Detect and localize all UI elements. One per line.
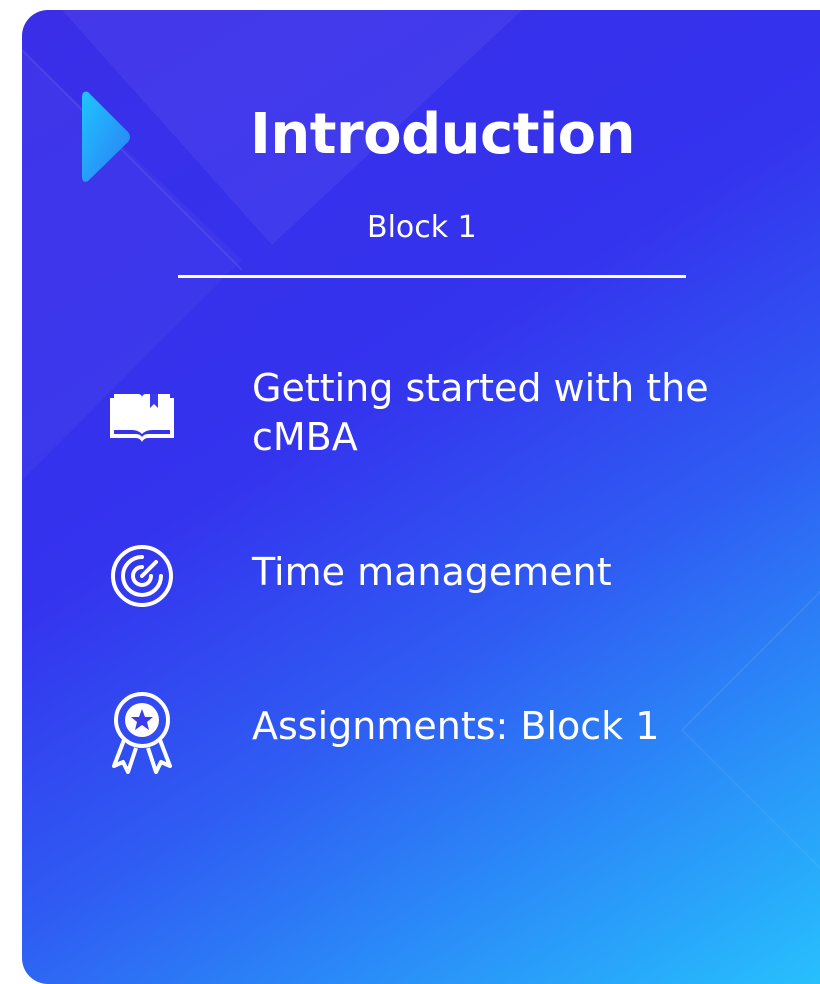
block-title-text: Introduction xyxy=(250,102,636,167)
list-item-label: Getting started with the cMBA xyxy=(252,366,709,460)
radar-icon xyxy=(111,545,173,607)
open-book-icon xyxy=(110,394,174,442)
award-ribbon-icon xyxy=(112,692,172,774)
block-card[interactable]: Introduction Block 1 Getting started wit… xyxy=(22,10,820,984)
list-item-label: Assignments: Block 1 xyxy=(252,704,660,748)
title-divider xyxy=(178,275,686,278)
list-item-label: Time management xyxy=(252,550,612,594)
play-marker-icon xyxy=(82,91,130,182)
block-subtitle: Block 1 xyxy=(367,210,477,245)
